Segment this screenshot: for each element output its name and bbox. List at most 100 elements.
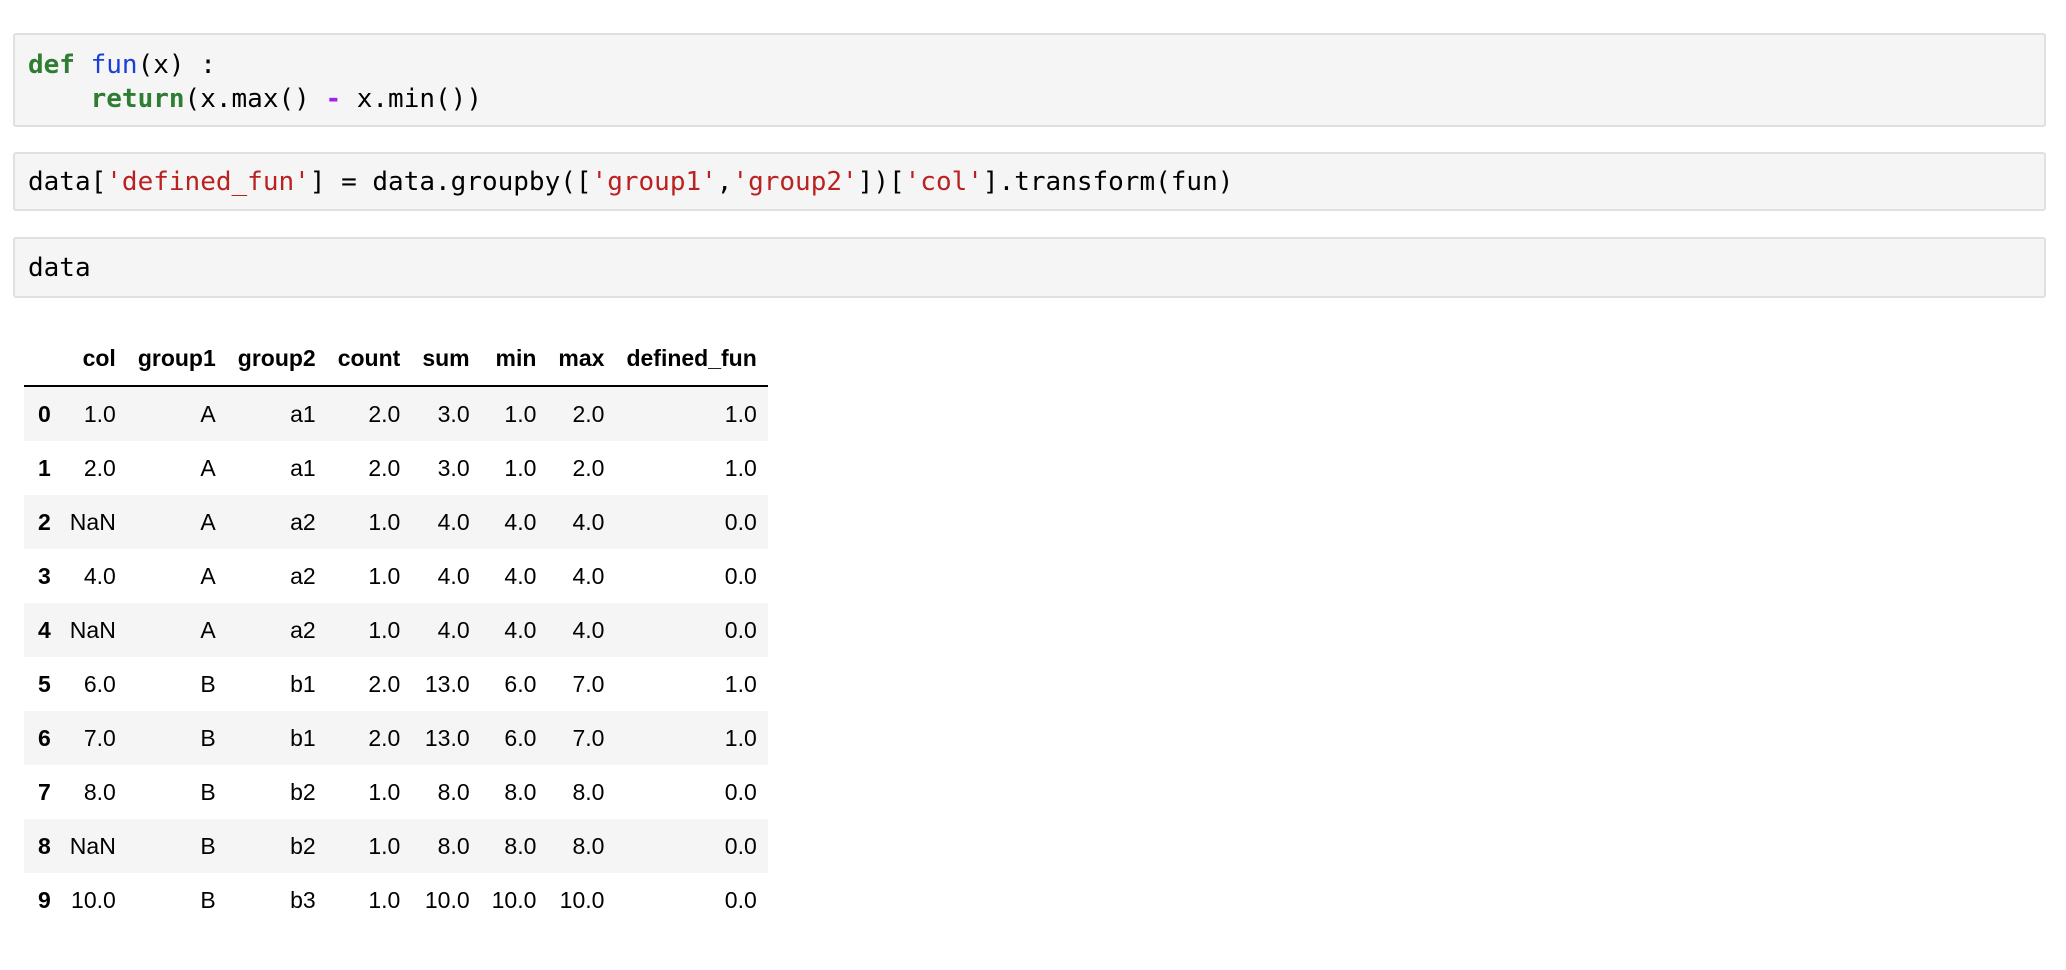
table-cell: 2.0 xyxy=(572,400,605,427)
table-cell: 7.0 xyxy=(572,670,605,697)
code-token: 'col' xyxy=(904,167,983,197)
table-cell: 8.0 xyxy=(572,778,605,805)
table-cell: NaN xyxy=(69,832,116,859)
table-row: 4 NaN Aa2 1.0 4.0 4.0 4.0 0.0 xyxy=(24,603,768,657)
column-header: max xyxy=(547,332,616,387)
table-cell: 4.0 xyxy=(572,562,605,589)
code-token: 'group1' xyxy=(591,167,717,197)
table-cell: 2.0 xyxy=(368,670,401,697)
row-index: 6 xyxy=(38,724,51,751)
table-cell: NaN xyxy=(69,508,116,535)
table-cell: 1.0 xyxy=(724,670,757,697)
table-cell: a1 xyxy=(290,454,316,481)
code-token: def xyxy=(28,50,75,80)
column-header: sum xyxy=(411,332,481,387)
table-cell: A xyxy=(200,562,216,589)
table-cell: 1.0 xyxy=(724,454,757,481)
table-header: col group1 group2 count sum min max defined_fun xyxy=(24,332,768,387)
table-cell: b1 xyxy=(290,670,316,697)
code-token: (x.max() xyxy=(184,84,326,114)
row-index: 0 xyxy=(38,400,51,427)
table-cell: 0.0 xyxy=(724,832,757,859)
code-cell-3[interactable]: data xyxy=(13,237,2046,298)
table-cell: 1.0 xyxy=(724,400,757,427)
table-cell: b2 xyxy=(290,832,316,859)
table-cell: 0.0 xyxy=(724,886,757,913)
table-row: 5 6.0 Bb1 2.0 13.0 6.0 7.0 1.0 xyxy=(24,657,768,711)
code-token: , xyxy=(716,167,733,197)
table-row: 7 8.0 Bb2 1.0 8.0 8.0 8.0 0.0 xyxy=(24,765,768,819)
code-token: return xyxy=(90,84,185,114)
table-cell: 6.0 xyxy=(504,724,537,751)
table-cell: B xyxy=(200,670,216,697)
row-index: 8 xyxy=(38,832,51,859)
table-cell: a2 xyxy=(290,508,316,535)
column-header: group2 xyxy=(226,332,327,387)
code-cell-1[interactable]: def fun(x) : return(x.max() - x.min()) xyxy=(13,33,2046,127)
table-cell: 8.0 xyxy=(437,832,470,859)
table-cell: b1 xyxy=(290,724,316,751)
table-cell: 4.0 xyxy=(437,562,470,589)
table-cell: B xyxy=(200,724,216,751)
table-cell: 13.0 xyxy=(424,724,470,751)
table-cell: 1.0 xyxy=(83,400,116,427)
table-row: 2 NaN Aa2 1.0 4.0 4.0 4.0 0.0 xyxy=(24,495,768,549)
table-cell: 2.0 xyxy=(572,454,605,481)
table-cell: 3.0 xyxy=(437,454,470,481)
table-cell: 7.0 xyxy=(83,724,116,751)
header-row: col group1 group2 count sum min max defined_fun xyxy=(24,332,768,387)
table-cell: a2 xyxy=(290,616,316,643)
table-cell: 13.0 xyxy=(424,670,470,697)
table-body: 0 1.0 Aa1 2.0 3.0 1.0 2.0 1.0 1 2.0 Aa1 2.0 3.0 1.0 2.… xyxy=(24,386,768,927)
table-cell: 3.0 xyxy=(437,400,470,427)
code-token: ] = data.groupby([ xyxy=(309,167,592,197)
table-cell: 4.0 xyxy=(437,508,470,535)
table-cell: 4.0 xyxy=(83,562,116,589)
code-token: fun xyxy=(90,50,138,80)
table-cell: 0.0 xyxy=(724,508,757,535)
code-token: ])[ xyxy=(857,167,905,197)
table-cell: 1.0 xyxy=(504,454,537,481)
table-cell: 0.0 xyxy=(724,562,757,589)
table-row: 9 10.0 Bb3 1.0 10.0 10.0 10.0 0.0 xyxy=(24,873,768,927)
code-token: data[ xyxy=(28,167,107,197)
table-cell: A xyxy=(200,400,216,427)
table-cell: 1.0 xyxy=(724,724,757,751)
table-cell: a1 xyxy=(290,400,316,427)
table-cell: 1.0 xyxy=(368,886,401,913)
column-header: defined_fun xyxy=(615,332,768,387)
row-index: 4 xyxy=(38,616,51,643)
column-header: col xyxy=(58,332,127,387)
table-cell: 8.0 xyxy=(83,778,116,805)
table-cell: 6.0 xyxy=(83,670,116,697)
table-cell: 1.0 xyxy=(504,400,537,427)
table-row: 3 4.0 Aa2 1.0 4.0 4.0 4.0 0.0 xyxy=(24,549,768,603)
code-line: return(x.max() - x.min()) xyxy=(28,82,2044,116)
table-cell: 8.0 xyxy=(572,832,605,859)
code-token: x.min()) xyxy=(341,84,482,114)
table-cell: A xyxy=(200,616,216,643)
table-cell: 0.0 xyxy=(724,778,757,805)
dataframe-table: col group1 group2 count sum min max defined_fun… xyxy=(24,332,768,927)
code-line: def fun(x) : xyxy=(28,48,2044,82)
table-cell: 2.0 xyxy=(368,454,401,481)
index-header xyxy=(24,332,59,387)
table-row: 8 NaN Bb2 1.0 8.0 8.0 8.0 0.0 xyxy=(24,819,768,873)
table-cell: 2.0 xyxy=(83,454,116,481)
table-cell: 4.0 xyxy=(437,616,470,643)
table-cell: 2.0 xyxy=(368,400,401,427)
table-cell: 4.0 xyxy=(572,616,605,643)
table-cell: 10.0 xyxy=(424,886,470,913)
table-cell: 4.0 xyxy=(504,508,537,535)
cell-output: col group1 group2 count sum min max defined_fun… xyxy=(24,332,768,927)
table-cell: B xyxy=(200,778,216,805)
code-token: (x) : xyxy=(137,50,216,80)
code-cell-2[interactable]: data['defined_fun'] = data.groupby(['gro… xyxy=(13,152,2046,211)
table-cell: A xyxy=(200,508,216,535)
row-index: 3 xyxy=(38,562,51,589)
code-line: data['defined_fun'] = data.groupby(['gro… xyxy=(28,165,2044,199)
table-cell: B xyxy=(200,886,216,913)
table-cell: A xyxy=(200,454,216,481)
table-cell: 10.0 xyxy=(491,886,537,913)
